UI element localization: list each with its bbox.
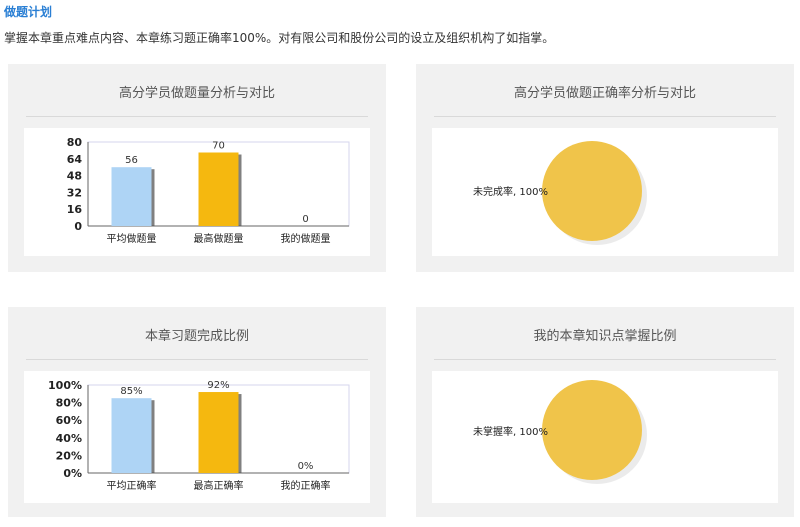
panel-knowledge-mastery: 我的本章知识点掌握比例 未掌握率, 100% <box>416 307 794 517</box>
panel-title: 本章习题完成比例 <box>144 329 249 344</box>
page-title: 做题计划 <box>4 5 53 19</box>
divider <box>434 116 776 117</box>
pie-slice <box>542 141 642 241</box>
x-tick-label: 我的做题量 <box>281 232 331 245</box>
bar <box>198 392 239 473</box>
y-tick-label: 16 <box>67 203 83 216</box>
y-tick-label: 0 <box>74 220 82 233</box>
y-tick-label: 40% <box>56 432 82 445</box>
bar-chart-question-volume: 0 16 32 48 64 80 56 平均做题量 70 最高做题量 0 我的做题量 <box>67 136 350 245</box>
chart-area: 0 16 32 48 64 80 56 平均做题量 70 最高做题量 0 我的做题量 <box>24 128 370 256</box>
page-description: 掌握本章重点难点内容、本章练习题正确率100%。对有限公司和股份公司的设立及组织… <box>4 31 555 45</box>
y-tick-label: 60% <box>56 414 82 427</box>
x-tick-label: 最高正确率 <box>194 479 244 492</box>
chart-area: 未完成率, 100% <box>432 128 778 256</box>
chart-area: 0% 20% 40% 60% 80% 100% 85% 平均正确率 92% 最高正确率 0% 我的正确… <box>24 371 370 503</box>
bar-chart-chapter-completion: 0% 20% 40% 60% 80% 100% 85% 平均正确率 92% 最高正确率 0% 我的正确… <box>48 379 350 492</box>
bar-value-label: 56 <box>125 155 138 166</box>
bar <box>198 152 239 226</box>
bar <box>111 398 152 473</box>
y-tick-label: 20% <box>56 449 82 462</box>
pie-chart-knowledge-mastery: 未掌握率, 100% <box>473 380 647 484</box>
panel-title: 高分学员做题量分析与对比 <box>118 86 275 101</box>
panel-title: 我的本章知识点掌握比例 <box>533 329 677 344</box>
chart-area: 未掌握率, 100% <box>432 371 778 503</box>
x-tick-label: 平均正确率 <box>107 479 157 492</box>
y-tick-label: 64 <box>67 153 83 166</box>
divider <box>26 116 368 117</box>
x-tick-label: 最高做题量 <box>194 232 244 245</box>
x-tick-label: 平均做题量 <box>107 232 157 245</box>
pie-slice-label: 未掌握率, 100% <box>473 425 548 438</box>
bar-value-label: 85% <box>120 386 142 397</box>
panel-chapter-completion: 本章习题完成比例 0% 20% 40% 60% 80% 100% 85% 平均正确率 92% 最高… <box>8 307 386 517</box>
bar-value-label: 0% <box>298 461 314 472</box>
pie-slice-label: 未完成率, 100% <box>473 185 548 198</box>
y-tick-label: 0% <box>63 467 82 480</box>
y-tick-label: 80% <box>56 397 82 410</box>
bar-value-label: 70 <box>212 141 225 152</box>
divider <box>434 359 776 360</box>
x-tick-label: 我的正确率 <box>281 479 331 492</box>
y-tick-label: 80 <box>67 136 83 149</box>
panel-title: 高分学员做题正确率分析与对比 <box>513 86 696 101</box>
pie-chart-accuracy: 未完成率, 100% <box>473 141 647 245</box>
y-tick-label: 100% <box>48 379 82 392</box>
pie-slice <box>542 380 642 480</box>
y-tick-label: 32 <box>67 186 82 199</box>
divider <box>26 359 368 360</box>
bar-value-label: 0 <box>302 214 308 225</box>
bar <box>111 167 152 226</box>
y-tick-label: 48 <box>67 170 82 183</box>
bar-value-label: 92% <box>207 380 229 391</box>
panel-question-volume: 高分学员做题量分析与对比 0 16 32 48 64 80 56 平均做题量 70 最高做题量 0 我… <box>8 64 386 272</box>
panel-accuracy: 高分学员做题正确率分析与对比 未完成率, 100% <box>416 64 794 272</box>
